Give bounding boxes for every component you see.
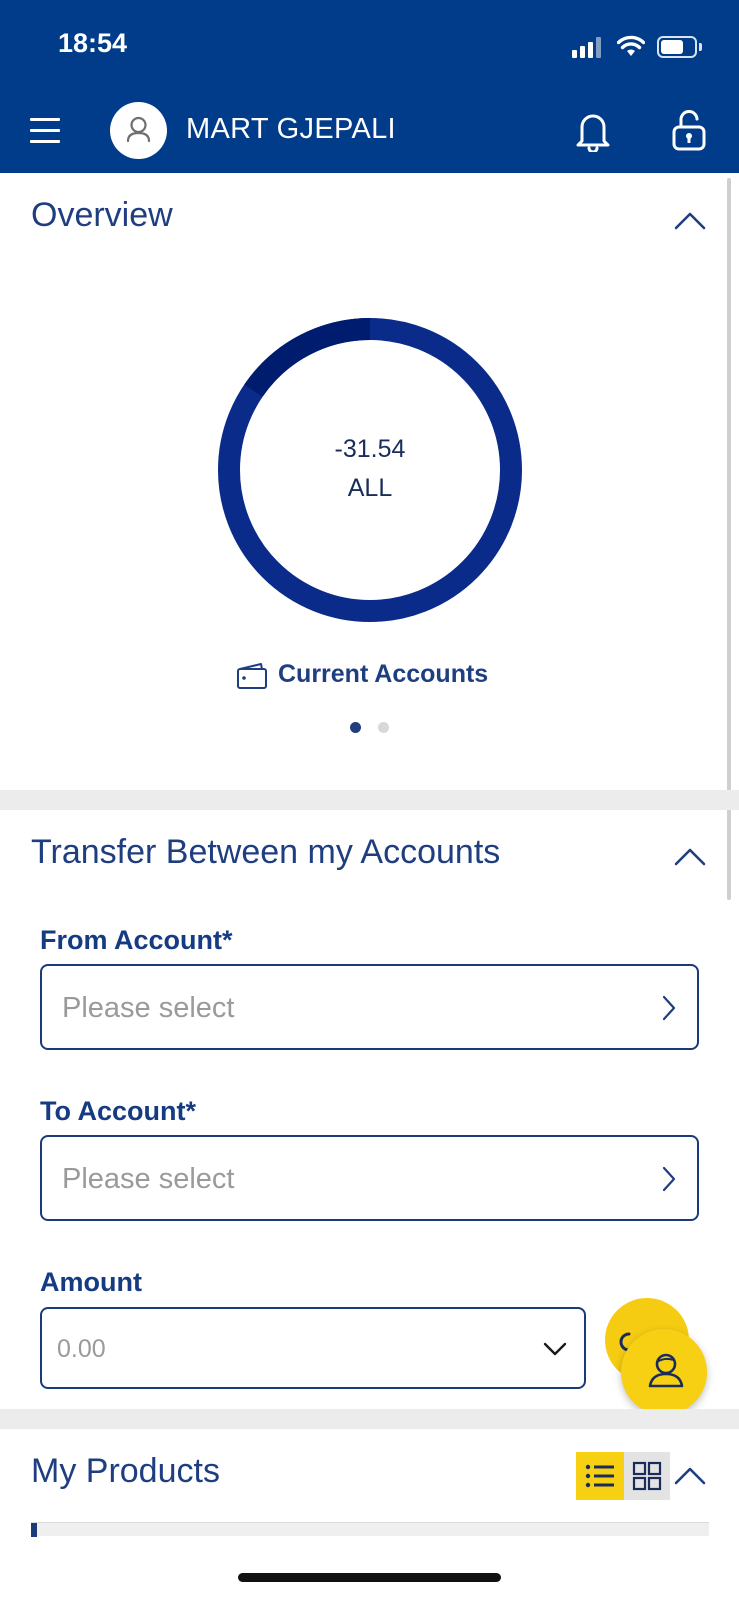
section-divider: [0, 1409, 739, 1429]
products-title: My Products: [31, 1452, 220, 1490]
account-type-label[interactable]: Current Accounts: [278, 660, 488, 689]
from-account-placeholder: Please select: [62, 992, 235, 1024]
products-list-top: [31, 1522, 709, 1537]
from-account-select[interactable]: Please select: [40, 964, 699, 1050]
menu-icon[interactable]: [30, 116, 60, 146]
carousel-dot-active[interactable]: [350, 722, 361, 733]
overview-title: Overview: [31, 196, 173, 234]
avatar[interactable]: [110, 102, 167, 159]
user-icon: [126, 116, 151, 143]
amount-placeholder: 0.00: [57, 1335, 106, 1363]
grid-view-button[interactable]: [624, 1452, 670, 1500]
amount-label: Amount: [40, 1267, 142, 1297]
amount-input[interactable]: 0.00: [40, 1307, 586, 1389]
home-indicator[interactable]: [238, 1573, 501, 1582]
advisor-icon: [648, 1353, 684, 1388]
signal-icon: [572, 36, 602, 58]
balance-currency: ALL: [347, 474, 393, 502]
collapse-products-icon[interactable]: [673, 1465, 707, 1487]
balance-value: -31.54: [334, 435, 406, 463]
unlock-icon[interactable]: [671, 110, 707, 152]
chevron-right-icon: [662, 995, 676, 1021]
to-account-label: To Account*: [40, 1096, 196, 1126]
wallet-icon: [237, 663, 267, 689]
wifi-icon: [617, 35, 645, 56]
list-view-button[interactable]: [576, 1452, 624, 1500]
to-account-placeholder: Please select: [62, 1163, 235, 1195]
bell-icon[interactable]: [574, 110, 612, 152]
app-header: 18:54 MART GJEPALI: [0, 0, 739, 173]
balance-donut-chart: [218, 318, 522, 622]
to-account-select[interactable]: Please select: [40, 1135, 699, 1221]
battery-icon: [657, 36, 702, 58]
from-account-label: From Account*: [40, 925, 233, 955]
grid-icon: [632, 1461, 662, 1491]
user-name[interactable]: MART GJEPALI: [186, 113, 396, 146]
collapse-transfer-icon[interactable]: [673, 846, 707, 868]
list-icon: [585, 1464, 614, 1488]
product-marker: [31, 1523, 37, 1537]
transfer-title: Transfer Between my Accounts: [31, 833, 501, 871]
contact-advisor-button[interactable]: [621, 1329, 707, 1415]
carousel-dot[interactable]: [378, 722, 389, 733]
donut-segment: [244, 318, 371, 398]
section-divider: [0, 790, 739, 810]
chevron-down-icon[interactable]: [542, 1341, 568, 1357]
chevron-right-icon: [662, 1166, 676, 1192]
collapse-overview-icon[interactable]: [673, 210, 707, 232]
status-time: 18:54: [58, 28, 128, 58]
